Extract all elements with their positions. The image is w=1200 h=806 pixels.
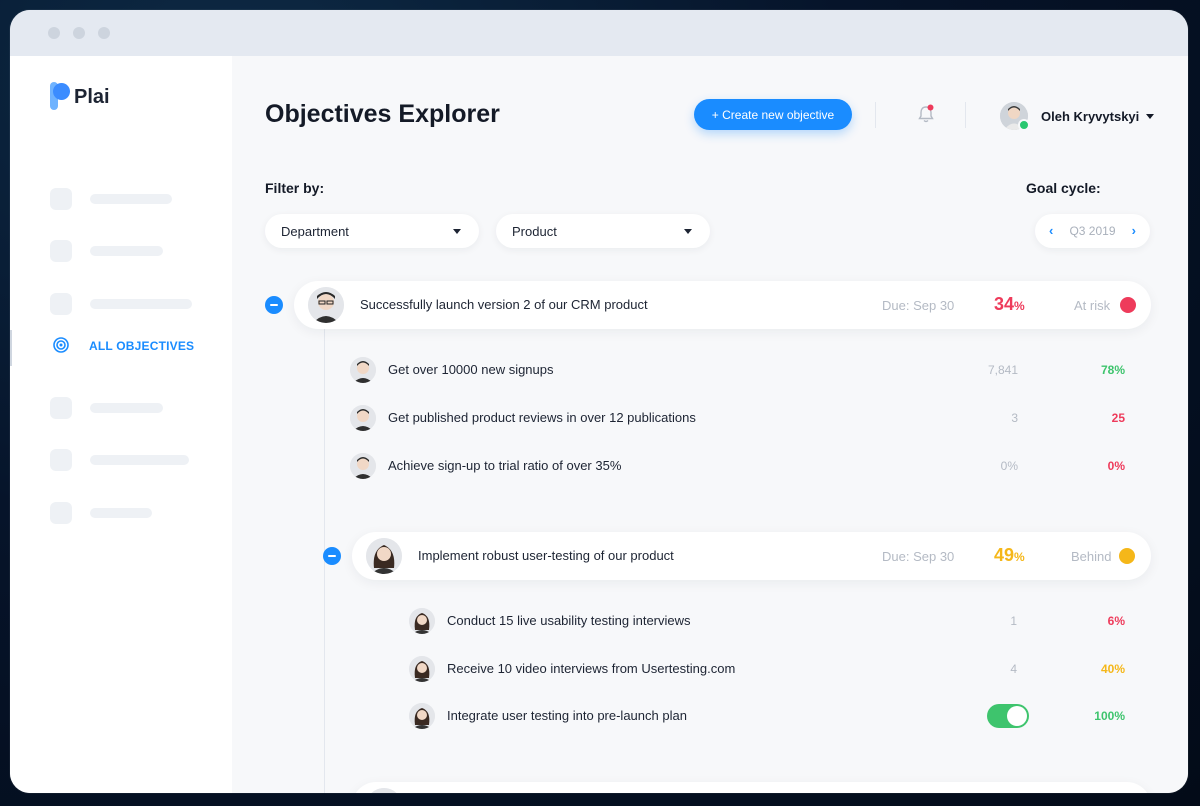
window-minimize-dot[interactable]: [73, 27, 85, 39]
key-result-current-value: 1: [1010, 614, 1017, 628]
sidebar: Plai ALL OBJECTIVES: [10, 56, 232, 793]
objective-row[interactable]: Successfully launch version 2 of our CRM…: [294, 281, 1151, 329]
collapse-objective-button[interactable]: [323, 547, 341, 565]
window-titlebar: [10, 10, 1188, 56]
key-result-progress: 40%: [1100, 662, 1125, 676]
key-result-progress: 100%: [1094, 709, 1125, 723]
avatar: [350, 453, 376, 479]
avatar: [308, 287, 344, 323]
avatar: [409, 656, 435, 682]
header-divider: [875, 102, 876, 128]
main-content: Objectives Explorer + Create new objecti…: [232, 56, 1188, 793]
active-indicator: [10, 330, 12, 366]
window-maximize-dot[interactable]: [98, 27, 110, 39]
key-result-title: Receive 10 video interviews from Usertes…: [447, 661, 736, 676]
key-result-current-value: 0%: [1000, 459, 1018, 473]
key-result-row[interactable]: Get over 10000 new signups 7,841 78%: [342, 350, 1149, 390]
avatar: [409, 608, 435, 634]
avatar: [409, 703, 435, 729]
status-indicator: [1119, 548, 1135, 564]
objective-row[interactable]: Implement robust user-testing of our pro…: [352, 532, 1151, 580]
completion-toggle[interactable]: [987, 704, 1029, 728]
sidebar-item-all-objectives[interactable]: ALL OBJECTIVES: [10, 328, 232, 366]
key-result-row[interactable]: Receive 10 video interviews from Usertes…: [401, 649, 1149, 689]
key-result-progress: 0%: [1107, 459, 1125, 473]
product-select[interactable]: Product: [496, 214, 710, 248]
user-menu[interactable]: Oleh Kryvytskyi: [1000, 101, 1155, 131]
objective-progress: 49%: [994, 545, 1025, 565]
objective-status: At risk: [1074, 298, 1111, 313]
objective-title: Implement robust user-testing of our pro…: [418, 548, 674, 563]
key-result-progress: 6%: [1107, 614, 1125, 628]
objective-progress: 34%: [994, 294, 1025, 314]
window-close-dot[interactable]: [48, 27, 60, 39]
chevron-down-icon: [1146, 113, 1155, 119]
objective-title: Successfully launch version 2 of our CRM…: [360, 297, 648, 312]
status-indicator: [1120, 297, 1136, 313]
app-logo[interactable]: Plai: [50, 82, 110, 112]
chevron-down-icon: [453, 229, 461, 234]
key-result-title: Achieve sign-up to trial ratio of over 3…: [388, 458, 622, 473]
logo-icon: [50, 82, 72, 112]
key-result-progress: 78%: [1100, 363, 1125, 377]
goal-cycle-label: Goal cycle:: [1026, 180, 1101, 196]
create-objective-button[interactable]: + Create new objective: [694, 99, 852, 130]
sidebar-item-label: ALL OBJECTIVES: [89, 339, 195, 353]
chevron-right-icon[interactable]: ›: [1132, 223, 1136, 238]
objective-row[interactable]: [352, 782, 1151, 793]
chevron-down-icon: [684, 229, 692, 234]
app-window: Plai ALL OBJECTIVES Objectives Explorer …: [10, 10, 1188, 793]
key-result-title: Get published product reviews in over 12…: [388, 410, 696, 425]
avatar: [350, 405, 376, 431]
objective-status: Behind: [1071, 549, 1112, 564]
target-icon: [53, 337, 69, 353]
key-result-title: Integrate user testing into pre-launch p…: [447, 708, 687, 723]
key-result-current-value: 4: [1010, 662, 1017, 676]
key-result-row[interactable]: Achieve sign-up to trial ratio of over 3…: [342, 446, 1149, 486]
avatar: [366, 538, 402, 574]
department-select[interactable]: Department: [265, 214, 479, 248]
key-result-row[interactable]: Get published product reviews in over 12…: [342, 398, 1149, 438]
key-result-progress: 25: [1111, 411, 1125, 425]
key-result-row[interactable]: Conduct 15 live usability testing interv…: [401, 601, 1149, 641]
header-divider: [965, 102, 966, 128]
goal-cycle-selector: ‹ Q3 2019 ›: [1035, 214, 1150, 248]
filter-label: Filter by:: [265, 180, 325, 196]
online-status-indicator: [1018, 119, 1030, 131]
page-title: Objectives Explorer: [265, 100, 500, 128]
bell-icon[interactable]: [917, 104, 935, 124]
key-result-current-value: 7,841: [987, 363, 1018, 377]
avatar: [350, 357, 376, 383]
objective-due-date: Due: Sep 30: [882, 298, 955, 313]
user-name: Oleh Kryvytskyi: [1041, 108, 1140, 124]
key-result-title: Get over 10000 new signups: [388, 362, 554, 377]
avatar: [1000, 102, 1030, 131]
department-select-value: Department: [281, 224, 349, 239]
logo-text: Plai: [74, 85, 110, 108]
avatar: [366, 788, 402, 793]
key-result-title: Conduct 15 live usability testing interv…: [447, 613, 691, 628]
collapse-objective-button[interactable]: [265, 296, 283, 314]
product-select-value: Product: [512, 224, 557, 239]
key-result-current-value: 3: [1011, 411, 1018, 425]
key-result-row[interactable]: Integrate user testing into pre-launch p…: [401, 696, 1149, 736]
objective-due-date: Due: Sep 30: [882, 549, 955, 564]
